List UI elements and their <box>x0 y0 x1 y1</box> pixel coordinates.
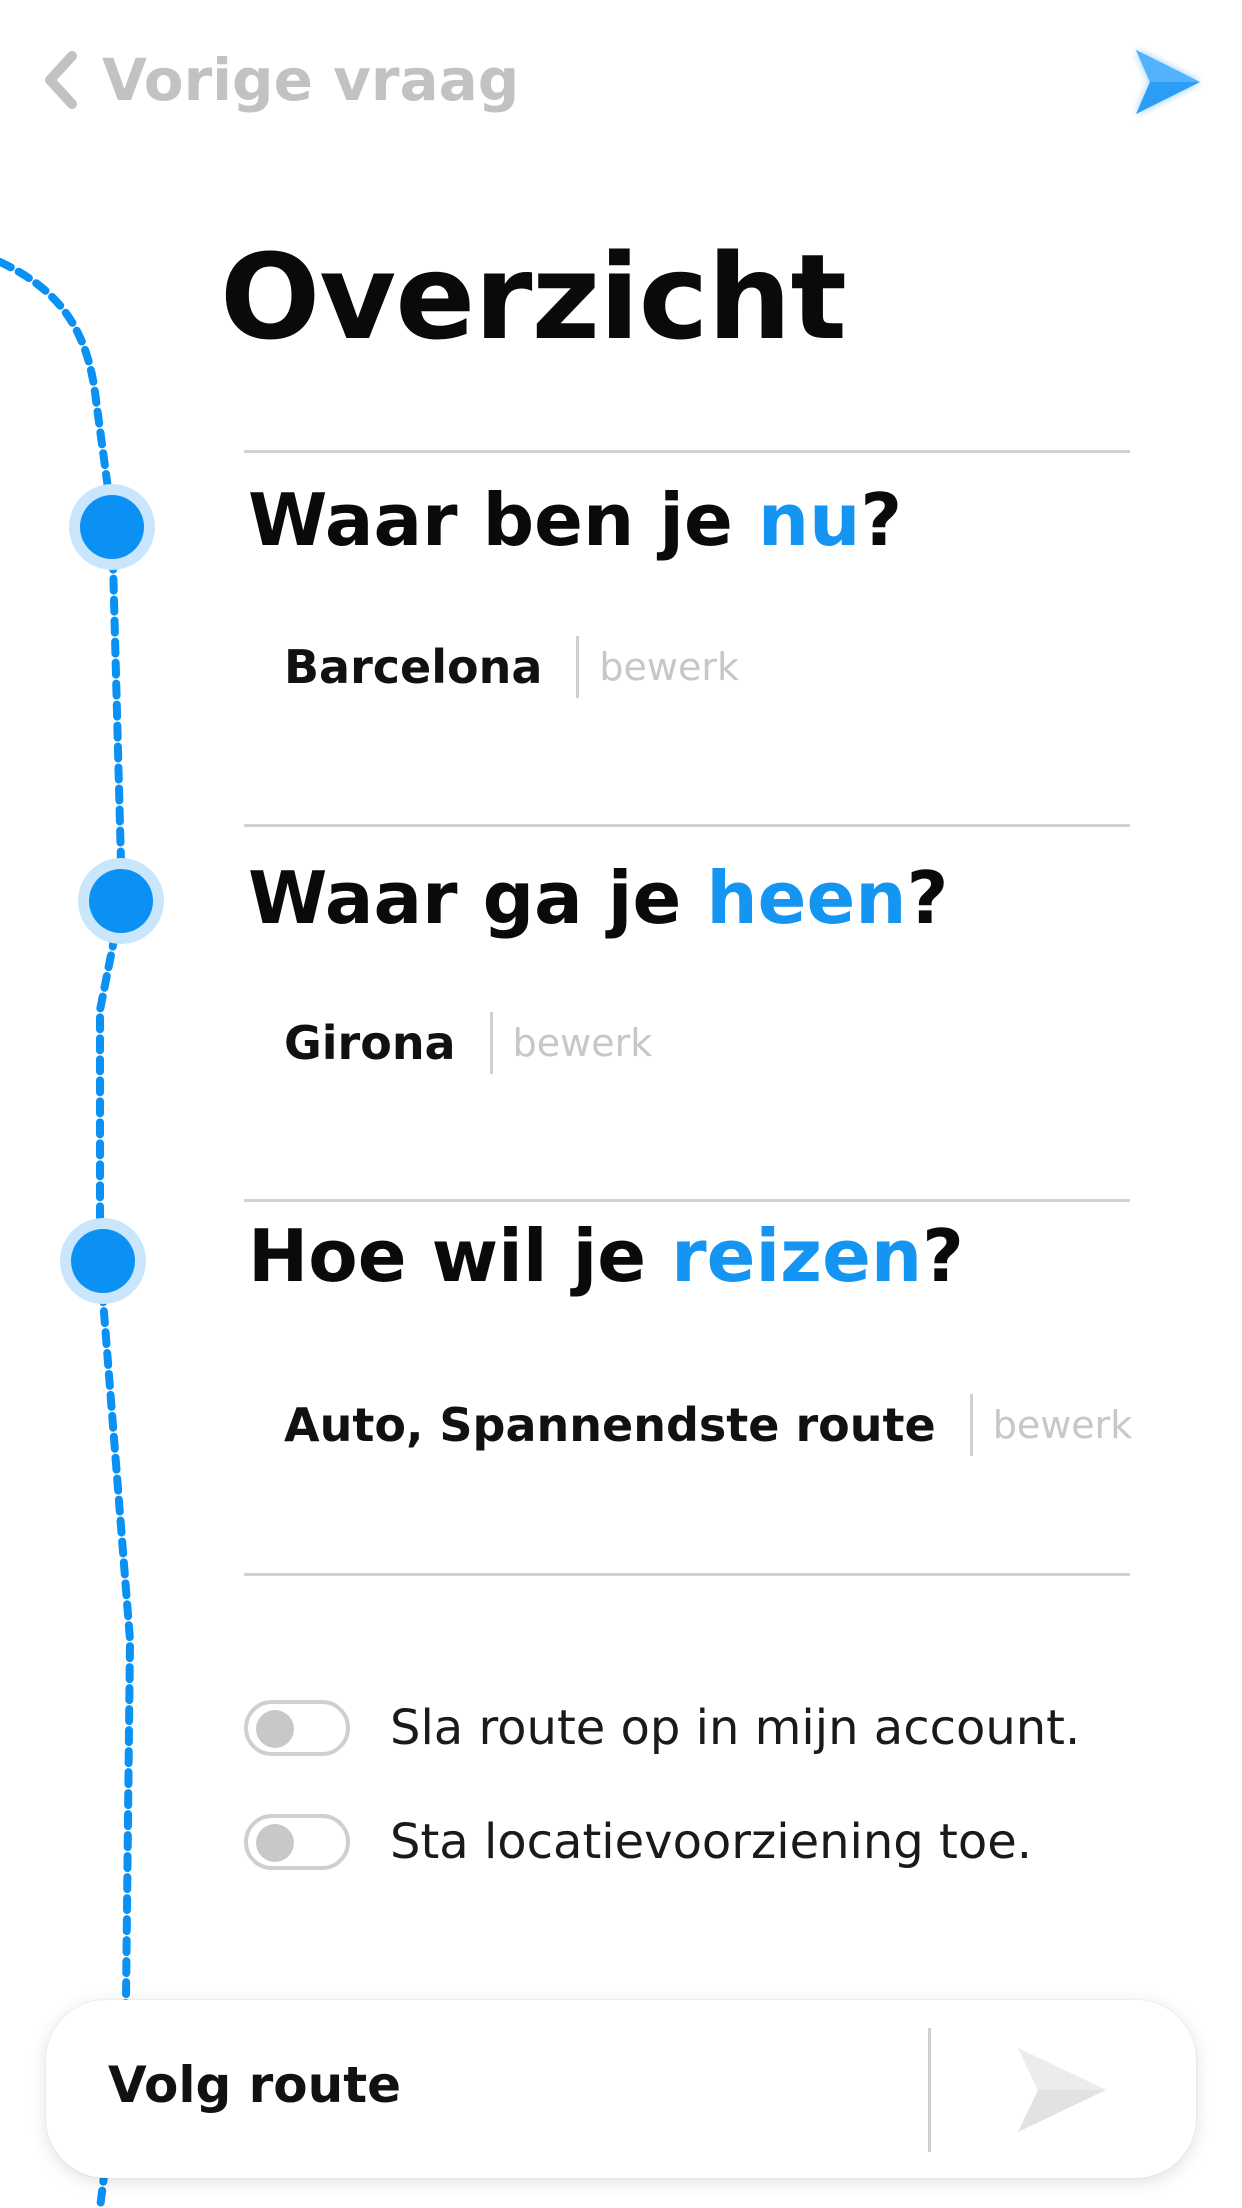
chevron-left-icon <box>45 51 77 109</box>
separator <box>489 1012 493 1074</box>
follow-route-button[interactable]: Volg route <box>108 2056 401 2114</box>
previous-question-label: Vorige vraag <box>102 46 520 114</box>
answer-destination: Girona <box>284 1016 456 1070</box>
route-node <box>69 484 155 570</box>
question-destination: Waar ga je heen? <box>248 856 949 940</box>
answer-travel-mode: Auto, Spannendste route <box>284 1398 936 1452</box>
divider <box>244 450 1130 453</box>
question-travel-mode: Hoe wil je reizen? <box>248 1214 964 1298</box>
answer-row: Auto, Spannendste route bewerk <box>284 1392 1132 1458</box>
toggle-row-location: Sta locatievoorziening toe. <box>244 1812 1032 1872</box>
play-arrow-icon[interactable] <box>1006 2040 1116 2140</box>
save-route-toggle[interactable] <box>244 1700 350 1756</box>
answer-current-location: Barcelona <box>284 640 543 694</box>
save-route-label: Sla route op in mijn account. <box>390 1700 1081 1756</box>
previous-question-button[interactable]: Vorige vraag <box>40 40 519 120</box>
separator <box>969 1394 973 1456</box>
location-toggle[interactable] <box>244 1814 350 1870</box>
question-current-location: Waar ben je nu? <box>248 478 903 562</box>
divider <box>244 824 1130 827</box>
page-title: Overzicht <box>220 228 847 366</box>
route-node <box>60 1218 146 1304</box>
edit-link[interactable]: bewerk <box>513 1021 653 1065</box>
answer-row: Barcelona bewerk <box>284 634 739 700</box>
play-arrow-logo[interactable] <box>1128 42 1208 122</box>
divider <box>244 1573 1130 1576</box>
route-node <box>78 858 164 944</box>
bottom-action-bar: Volg route <box>46 2000 1196 2178</box>
toggle-row-save-route: Sla route op in mijn account. <box>244 1698 1080 1758</box>
edit-link[interactable]: bewerk <box>599 645 739 689</box>
separator <box>576 636 580 698</box>
edit-link[interactable]: bewerk <box>993 1403 1133 1447</box>
top-bar: Vorige vraag <box>0 0 1242 160</box>
location-label: Sta locatievoorziening toe. <box>390 1814 1032 1870</box>
answer-row: Girona bewerk <box>284 1010 652 1076</box>
separator <box>928 2028 931 2152</box>
divider <box>244 1199 1130 1202</box>
